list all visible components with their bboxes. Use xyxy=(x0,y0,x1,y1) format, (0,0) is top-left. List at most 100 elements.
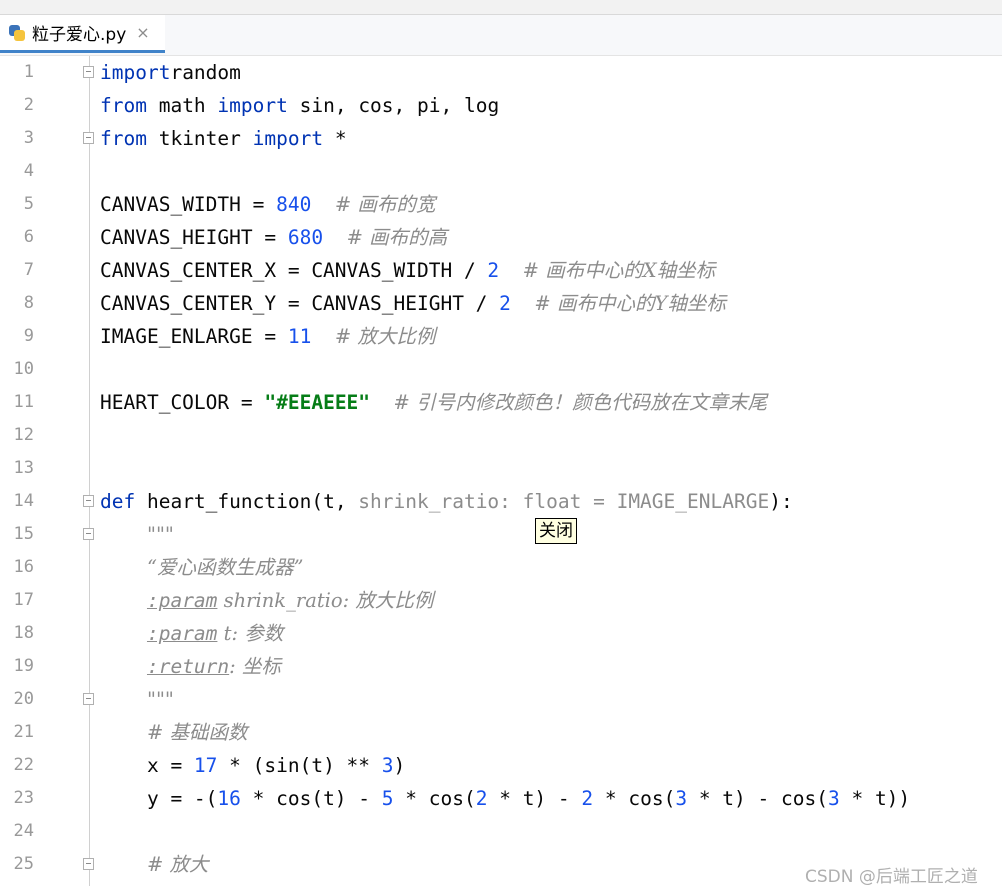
line-number: 20 xyxy=(13,689,34,709)
code-token: * xyxy=(323,127,347,150)
line-number: 3 xyxy=(23,128,34,148)
code-text: :return: 坐标 xyxy=(100,650,281,683)
code-text: # 基础函数 xyxy=(100,716,248,749)
code-line[interactable]: 13 xyxy=(0,452,1002,485)
code-line[interactable]: 19 :return: 坐标 xyxy=(0,650,1002,683)
code-token: 2 xyxy=(487,259,500,282)
code-token: # 放大 xyxy=(146,853,209,876)
line-number: 7 xyxy=(23,260,34,280)
line-number: 16 xyxy=(13,557,34,577)
code-token: import xyxy=(100,61,171,84)
code-line[interactable]: 15 """ xyxy=(0,518,1002,551)
code-token: # 画布的高 xyxy=(346,226,448,249)
code-line[interactable]: 20 """ xyxy=(0,683,1002,716)
code-token: from xyxy=(100,127,147,150)
fold-marker-icon[interactable] xyxy=(83,132,94,144)
fold-marker-icon[interactable] xyxy=(83,495,94,507)
code-line[interactable]: 5 CANVAS_WIDTH = 840 # 画布的宽 xyxy=(0,188,1002,221)
line-number: 5 xyxy=(23,194,34,214)
fold-marker-icon[interactable] xyxy=(83,693,94,705)
code-token: 5 xyxy=(381,787,394,810)
code-token: def xyxy=(100,490,136,513)
code-line[interactable]: 7 CANVAS_CENTER_X = CANVAS_WIDTH / 2 # 画布… xyxy=(0,254,1002,287)
code-token: 16 xyxy=(217,787,241,810)
code-line[interactable]: 9 IMAGE_ENLARGE = 11 # 放大比例 xyxy=(0,320,1002,353)
code-line[interactable]: 22 x = 17 * (sin(t) ** 3) xyxy=(0,749,1002,782)
code-line[interactable]: 8 CANVAS_CENTER_Y = CANVAS_HEIGHT / 2 # 画… xyxy=(0,287,1002,320)
line-number: 2 xyxy=(23,95,34,115)
line-number: 8 xyxy=(23,293,34,313)
code-editor[interactable]: 1 importrandom 2 from math import sin, cos,… xyxy=(0,56,1002,892)
line-number: 12 xyxy=(13,425,34,445)
code-token: from xyxy=(100,94,147,117)
code-token: 3 xyxy=(381,754,394,777)
code-token: * cos( xyxy=(593,787,676,810)
code-line[interactable]: 2 from math import sin, cos, pi, log xyxy=(0,89,1002,122)
code-token: CANVAS_CENTER_Y = CANVAS_HEIGHT / xyxy=(100,292,500,315)
code-line[interactable]: 11 HEART_COLOR = "#EEAEEE" # 引号内修改颜色！颜色代码… xyxy=(0,386,1002,419)
code-token: import xyxy=(252,127,324,150)
code-token: :return xyxy=(146,655,230,678)
code-text: CANVAS_WIDTH = 840 # 画布的宽 xyxy=(100,188,435,221)
code-token: # 引号内修改颜色！颜色代码放在文章末尾 xyxy=(393,391,768,414)
watermark: CSDN @后端工匠之道 xyxy=(805,867,978,887)
line-number: 25 xyxy=(13,854,34,874)
code-line[interactable]: 6 CANVAS_HEIGHT = 680 # 画布的高 xyxy=(0,221,1002,254)
code-line[interactable]: 17 :param shrink_ratio: 放大比例 xyxy=(0,584,1002,617)
python-file-icon xyxy=(7,23,27,43)
code-line[interactable]: 16 “爱心函数生成器” xyxy=(0,551,1002,584)
code-token: * t)) xyxy=(839,787,911,810)
code-token: 2 xyxy=(581,787,594,810)
code-token: ): xyxy=(769,490,793,513)
code-token: shrink_ratio: float = IMAGE_ENLARGE xyxy=(358,490,770,513)
code-token: """ xyxy=(146,523,174,546)
line-number: 9 xyxy=(23,326,34,346)
code-text: from math import sin, cos, pi, log xyxy=(100,89,499,122)
fold-marker-icon[interactable] xyxy=(83,66,94,78)
code-token: * cos(t) - xyxy=(240,787,382,810)
code-line[interactable]: 21 # 基础函数 xyxy=(0,716,1002,749)
code-token: shrink_ratio: 放大比例 xyxy=(217,589,434,612)
code-token: :param xyxy=(146,622,218,645)
line-number: 14 xyxy=(13,491,34,511)
file-tab[interactable]: 粒子爱心.py × xyxy=(0,15,165,53)
code-line[interactable]: 23 y = -(16 * cos(t) - 5 * cos(2 * t) - … xyxy=(0,782,1002,815)
fold-marker-icon[interactable] xyxy=(83,858,94,870)
code-text: :param shrink_ratio: 放大比例 xyxy=(100,584,433,617)
code-line[interactable]: 18 :param t: 参数 xyxy=(0,617,1002,650)
code-text: from tkinter import * xyxy=(100,122,347,155)
code-token: 2 xyxy=(475,787,488,810)
code-token: CANVAS_CENTER_X = CANVAS_WIDTH / xyxy=(100,259,488,282)
code-token: # 画布中心的Y轴坐标 xyxy=(534,292,726,315)
line-number: 23 xyxy=(13,788,34,808)
code-token: # 画布的宽 xyxy=(334,193,436,216)
code-text: """ xyxy=(100,683,174,716)
code-line[interactable]: 12 xyxy=(0,419,1002,452)
code-line[interactable]: 14 def heart_function(t, shrink_ratio: fl… xyxy=(0,485,1002,518)
code-text: importrandom xyxy=(100,56,241,89)
line-number: 4 xyxy=(23,161,34,181)
line-number: 18 xyxy=(13,623,34,643)
code-token: 17 xyxy=(193,754,218,777)
code-text: HEART_COLOR = "#EEAEEE" # 引号内修改颜色！颜色代码放在… xyxy=(100,386,767,419)
code-line[interactable]: 3 from tkinter import * xyxy=(0,122,1002,155)
fold-marker-icon[interactable] xyxy=(83,528,94,540)
code-token: heart_function(t, xyxy=(135,490,359,513)
editor-tab-bar: 粒子爱心.py × xyxy=(0,15,1002,56)
code-line[interactable]: 24 xyxy=(0,815,1002,848)
code-token: : 坐标 xyxy=(229,655,281,678)
code-line[interactable]: 4 xyxy=(0,155,1002,188)
code-line[interactable]: 10 xyxy=(0,353,1002,386)
code-token: 11 xyxy=(287,325,312,348)
line-number: 24 xyxy=(13,821,34,841)
code-line[interactable]: 1 importrandom xyxy=(0,56,1002,89)
code-token: ) xyxy=(393,754,406,777)
code-token: 840 xyxy=(276,193,312,216)
close-tab-icon[interactable]: × xyxy=(136,23,149,42)
code-text: IMAGE_ENLARGE = 11 # 放大比例 xyxy=(100,320,435,353)
